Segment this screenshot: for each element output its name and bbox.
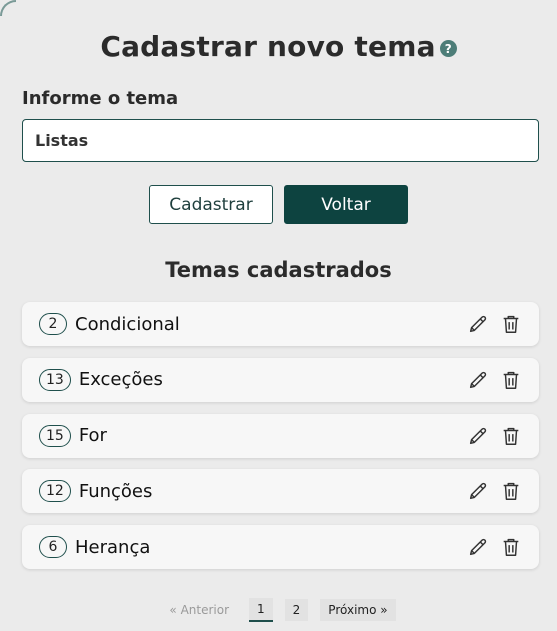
page-link-1[interactable]: 1 bbox=[249, 598, 273, 622]
theme-name: Herança bbox=[75, 536, 151, 558]
count-badge: 13 bbox=[39, 368, 71, 391]
back-button[interactable]: Voltar bbox=[284, 185, 408, 224]
page-header: Cadastrar novo tema ? bbox=[0, 30, 557, 63]
page-title: Cadastrar novo tema bbox=[100, 30, 436, 63]
corner-decoration bbox=[0, 0, 16, 16]
pencil-icon[interactable] bbox=[466, 368, 490, 392]
pencil-icon[interactable] bbox=[466, 535, 490, 559]
registered-themes-title: Temas cadastrados bbox=[165, 258, 392, 282]
count-badge: 12 bbox=[39, 480, 71, 503]
theme-list: 2 Condicional 13 Exceções 15 For 12 Funç… bbox=[22, 302, 539, 581]
list-item: 12 Funções bbox=[22, 469, 539, 514]
trash-icon[interactable] bbox=[499, 312, 523, 336]
register-button[interactable]: Cadastrar bbox=[149, 185, 273, 224]
form-actions: Cadastrar Voltar bbox=[0, 185, 557, 224]
pencil-icon[interactable] bbox=[466, 479, 490, 503]
theme-name: Exceções bbox=[78, 369, 163, 391]
theme-input[interactable] bbox=[22, 119, 539, 162]
list-item: 2 Condicional bbox=[22, 302, 539, 346]
previous-page-link: « Anterior bbox=[169, 603, 230, 617]
list-item: 15 For bbox=[22, 413, 539, 458]
count-badge: 15 bbox=[39, 424, 71, 447]
page-link-2[interactable]: 2 bbox=[284, 599, 309, 621]
help-icon[interactable]: ? bbox=[439, 40, 457, 57]
trash-icon[interactable] bbox=[499, 535, 523, 559]
theme-field-label: Informe o tema bbox=[22, 88, 179, 109]
list-item: 6 Herança bbox=[22, 525, 539, 569]
theme-name: For bbox=[78, 425, 107, 446]
count-badge: 6 bbox=[39, 536, 67, 558]
count-badge: 2 bbox=[39, 313, 67, 335]
pagination: « Anterior 1 2 Próximo » bbox=[0, 598, 557, 622]
trash-icon[interactable] bbox=[499, 368, 523, 392]
next-page-link[interactable]: Próximo » bbox=[320, 599, 396, 621]
trash-icon[interactable] bbox=[499, 424, 523, 448]
pencil-icon[interactable] bbox=[466, 424, 490, 448]
trash-icon[interactable] bbox=[499, 479, 523, 503]
theme-name: Funções bbox=[78, 480, 153, 502]
pencil-icon[interactable] bbox=[466, 312, 490, 336]
list-item: 13 Exceções bbox=[22, 357, 539, 402]
theme-name: Condicional bbox=[75, 313, 180, 335]
